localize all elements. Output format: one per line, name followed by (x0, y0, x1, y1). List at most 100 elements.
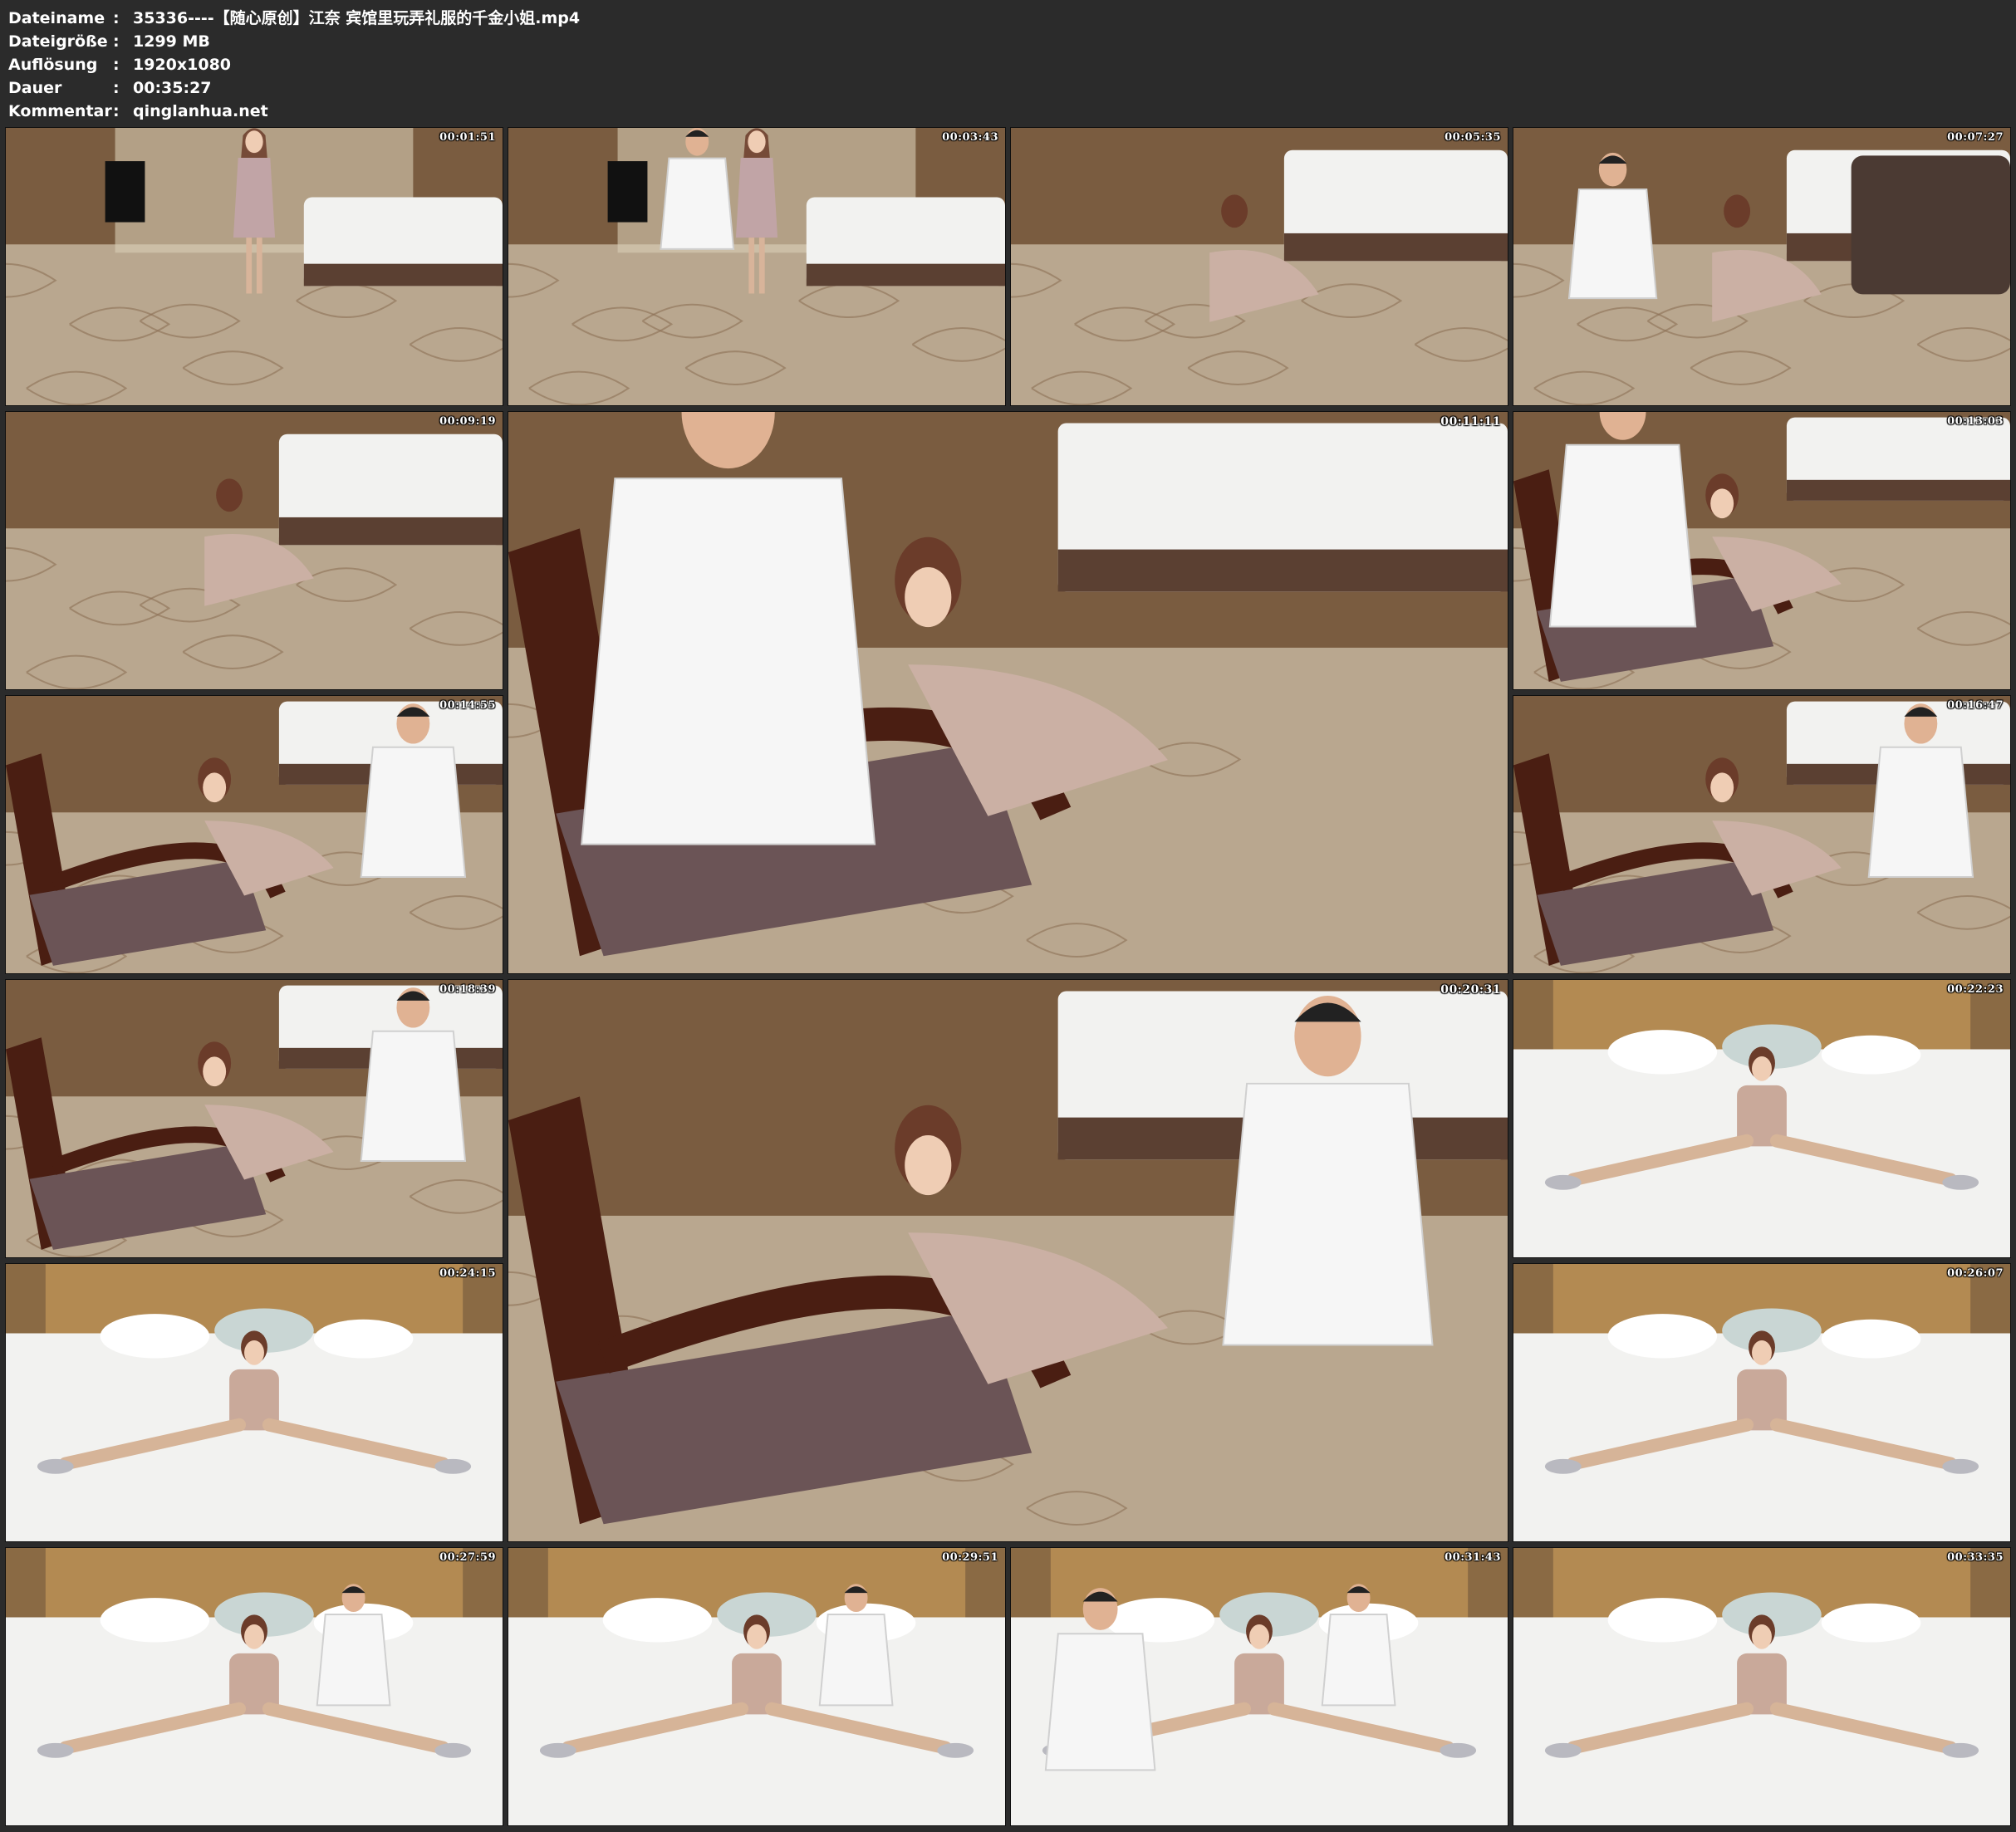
info-value-filename: 35336----【随心原创】江奈 宾馆里玩弄礼服的千金小姐.mp4 (133, 9, 581, 27)
thumbnail-timestamp: 00:29:51 (942, 1551, 998, 1564)
thumbnail-timestamp: 00:20:31 (1440, 983, 1501, 997)
video-thumbnail[interactable]: 00:05:35 (1010, 127, 1508, 406)
info-value-resolution: 1920x1080 (133, 56, 232, 74)
info-label: Dateiname (8, 9, 105, 27)
video-thumbnail[interactable]: 00:27:59 (5, 1547, 503, 1826)
info-label: Kommentar (8, 102, 112, 120)
video-thumbnail[interactable]: 00:13:03 (1513, 411, 2011, 690)
thumbnail-timestamp: 00:24:15 (439, 1267, 496, 1280)
thumbnail-timestamp: 00:05:35 (1445, 131, 1501, 144)
person-face (203, 772, 227, 803)
thumbnail-timestamp: 00:26:07 (1947, 1267, 2004, 1280)
video-thumbnail[interactable]: 00:33:35 (1513, 1547, 2011, 1826)
man-in-robe (1548, 412, 1697, 628)
info-label: Auflösung (8, 56, 98, 74)
thumbnail-timestamp: 00:18:39 (439, 983, 496, 996)
bed (278, 434, 503, 546)
person-face (905, 1135, 952, 1196)
pillow (100, 1314, 210, 1359)
thumbnail-image (1513, 412, 2010, 689)
info-label: Dauer (8, 79, 62, 97)
thumbnail-image (1011, 1548, 1508, 1825)
info-row-duration: Dauer : 00:35:27 (8, 76, 1171, 100)
thumbnail-image (508, 128, 1005, 405)
info-row-comment: Kommentar : qinglanhua.net (8, 100, 1171, 123)
video-thumbnail[interactable]: 00:31:43 (1010, 1547, 1508, 1826)
thumbnail-timestamp: 00:09:19 (439, 415, 496, 428)
thumbnail-timestamp: 00:27:59 (439, 1551, 496, 1564)
file-info-header: Dateiname : 35336----【随心原创】江奈 宾馆里玩弄礼服的千金… (8, 7, 1171, 121)
thumbnail-image (508, 980, 1508, 1541)
bed (303, 197, 503, 287)
info-separator: : (113, 102, 120, 120)
person-head (1221, 194, 1248, 228)
thumbnail-image (6, 1548, 503, 1825)
thumbnail-image (508, 1548, 1005, 1825)
pillow (1821, 1603, 1921, 1643)
video-thumbnail[interactable]: 00:16:47 (1513, 695, 2011, 974)
video-thumbnail[interactable]: 00:26:07 (1513, 1263, 2011, 1542)
tv (607, 161, 648, 223)
person-face (1710, 488, 1734, 519)
video-thumbnail[interactable]: 00:29:51 (508, 1547, 1006, 1826)
thumbnail-timestamp: 00:13:03 (1947, 415, 2004, 428)
video-thumbnail[interactable]: 00:24:15 (5, 1263, 503, 1542)
thumbnail-timestamp: 00:07:27 (1947, 131, 2004, 144)
pillow (1607, 1314, 1718, 1359)
thumbnail-image (6, 696, 503, 973)
info-value-comment: qinglanhua.net (133, 102, 268, 120)
thumbnail-image (1011, 128, 1508, 405)
sofa (1851, 155, 2010, 295)
thumbnail-image (1513, 980, 2010, 1257)
video-thumbnail[interactable]: 00:18:39 (5, 979, 503, 1258)
tv (105, 161, 145, 223)
pillow (602, 1598, 713, 1643)
thumbnail-image (6, 1264, 503, 1541)
info-row-filename: Dateiname : 35336----【随心原创】江奈 宾馆里玩弄礼服的千金… (8, 7, 1171, 30)
bed (806, 197, 1005, 287)
pillow (100, 1598, 210, 1643)
pillow (313, 1319, 414, 1359)
bed (1057, 423, 1508, 592)
video-thumbnail[interactable]: 00:01:51 (5, 127, 503, 406)
info-separator: : (113, 79, 120, 97)
info-row-filesize: Dateigröße : 1299 MB (8, 30, 1171, 53)
video-thumbnail[interactable]: 00:14:55 (5, 695, 503, 974)
video-thumbnail[interactable]: 00:07:27 (1513, 127, 2011, 406)
person-face (1710, 772, 1734, 803)
pillow (1821, 1319, 1921, 1359)
thumbnail-timestamp: 00:14:55 (439, 699, 496, 712)
thumbnail-timestamp: 00:03:43 (942, 131, 998, 144)
info-row-resolution: Auflösung : 1920x1080 (8, 53, 1171, 76)
pillow (1607, 1030, 1718, 1075)
video-thumbnail[interactable]: 00:11:11 (508, 411, 1508, 974)
contact-sheet: { "header": { "rows": [ { "label": "Date… (0, 0, 2016, 1832)
thumbnail-image (1513, 128, 2010, 405)
video-thumbnail[interactable]: 00:22:23 (1513, 979, 2011, 1258)
thumbnail-image (6, 412, 503, 689)
video-thumbnail[interactable]: 00:03:43 (508, 127, 1006, 406)
thumbnail-timestamp: 00:11:11 (1440, 415, 1501, 429)
thumbnail-timestamp: 00:33:35 (1947, 1551, 2004, 1564)
thumbnail-timestamp: 00:16:47 (1947, 699, 2004, 712)
pillow (1607, 1598, 1718, 1643)
info-separator: : (113, 56, 120, 74)
info-separator: : (113, 32, 120, 51)
info-value-duration: 00:35:27 (133, 79, 212, 97)
info-label: Dateigröße (8, 32, 108, 51)
person-face (905, 567, 952, 628)
person-head (216, 478, 243, 512)
pillow (1821, 1035, 1921, 1075)
person-head (1724, 194, 1751, 228)
thumbnail-image (6, 980, 503, 1257)
thumbnail-timestamp: 00:31:43 (1445, 1551, 1501, 1564)
bed (1283, 149, 1508, 262)
thumbnail-timestamp: 00:01:51 (439, 131, 496, 144)
thumbnail-image (508, 412, 1508, 973)
thumbnail-timestamp: 00:22:23 (1947, 983, 2004, 996)
info-value-filesize: 1299 MB (133, 32, 210, 51)
bed (1786, 417, 2010, 501)
video-thumbnail[interactable]: 00:09:19 (5, 411, 503, 690)
person-face (203, 1056, 227, 1087)
video-thumbnail[interactable]: 00:20:31 (508, 979, 1508, 1542)
